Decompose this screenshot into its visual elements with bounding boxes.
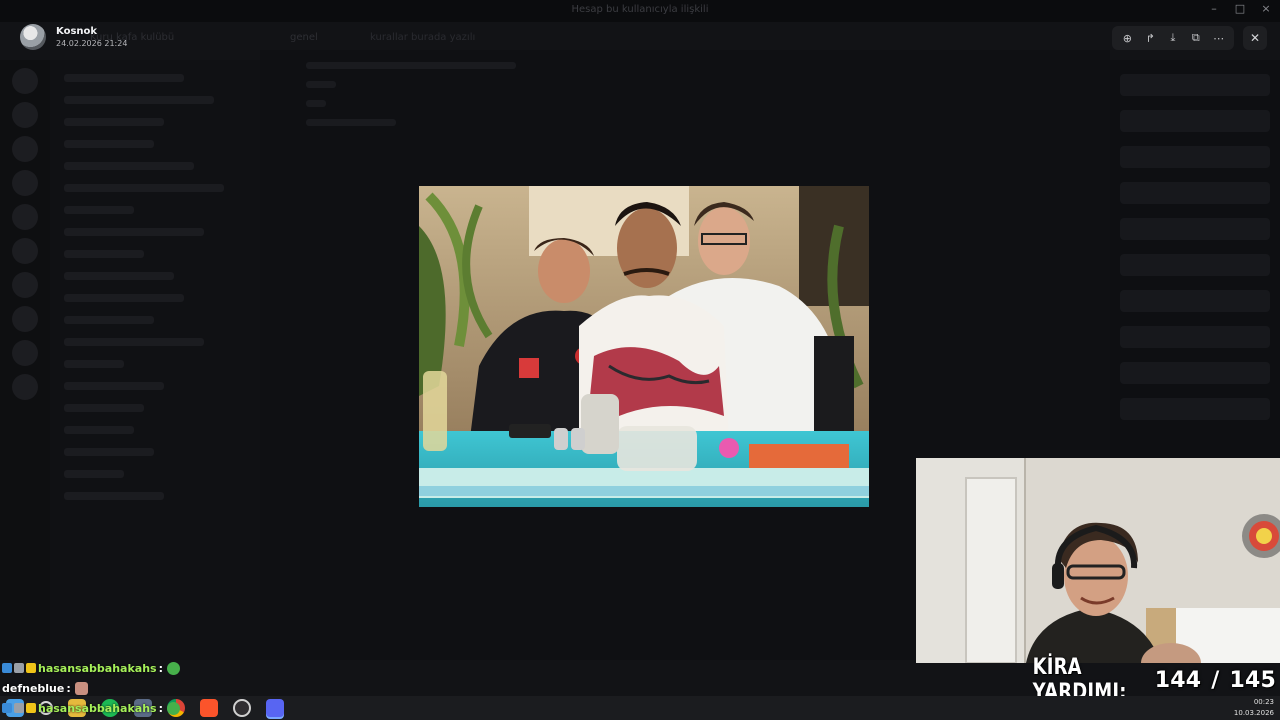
chat-message: defneblue : — [2, 678, 302, 698]
server-icon[interactable] — [12, 272, 38, 298]
brave-icon[interactable] — [200, 699, 218, 717]
download-icon[interactable]: ⤓ — [1164, 29, 1182, 47]
photo-illustration — [419, 186, 869, 507]
chat-username: hasansabbahakahs — [38, 661, 157, 675]
counter-current: 144 — [1154, 667, 1202, 693]
chat-separator: : — [158, 701, 163, 715]
chat-separator: : — [158, 661, 163, 675]
badge-icon — [14, 703, 24, 713]
counter-separator: / — [1211, 667, 1220, 693]
obs-icon[interactable] — [233, 699, 251, 717]
badge-icon — [26, 703, 36, 713]
taskbar: hasansabbahakahs : — [0, 696, 1280, 720]
more-icon[interactable]: ⋯ — [1210, 29, 1228, 47]
chat-separator: : — [66, 681, 71, 695]
open-external-icon[interactable]: ⧉ — [1187, 29, 1205, 47]
server-list — [0, 60, 50, 660]
server-icon[interactable] — [12, 306, 38, 332]
member-list — [1110, 60, 1280, 460]
window-close-button[interactable]: × — [1260, 2, 1272, 15]
uploader-info: Kosnok 24.02.2026 21:24 — [20, 24, 127, 50]
window-titlebar: Hesap bu kullanıcıyla ilişkili – □ × — [0, 0, 1280, 22]
close-icon: ✕ — [1249, 31, 1261, 45]
badge-icon — [14, 663, 24, 673]
chat-username: hasansabbahakahs — [38, 701, 157, 715]
close-viewer-button[interactable]: ✕ — [1243, 26, 1267, 50]
emote-icon — [166, 701, 180, 715]
viewed-image[interactable] — [419, 186, 869, 507]
maximize-button[interactable]: □ — [1234, 2, 1246, 15]
chat-username: defneblue — [2, 681, 65, 695]
server-icon[interactable] — [12, 374, 38, 400]
clock-date: 10.03.2026 — [1233, 709, 1274, 717]
minimize-button[interactable]: – — [1208, 2, 1220, 15]
window-title: Hesap bu kullanıcıyla ilişkili — [571, 4, 709, 15]
channel-topic: kurallar burada yazılı — [370, 32, 476, 43]
stream-chat: hasansabbahakahs : defneblue : — [2, 658, 302, 698]
channel-name: genel — [290, 32, 318, 43]
system-clock[interactable]: 00:23 10.03.2026 — [1234, 697, 1274, 719]
server-icon[interactable] — [12, 204, 38, 230]
clock-time: 00:23 — [1253, 698, 1274, 706]
badge-icon — [26, 663, 36, 673]
webcam-feed — [916, 458, 1280, 663]
server-icon[interactable] — [12, 340, 38, 366]
screen: Hesap bu kullanıcıyla ilişkili – □ × Kur… — [0, 0, 1280, 720]
badge-icon — [2, 703, 12, 713]
channel-list — [50, 60, 260, 660]
server-icon[interactable] — [12, 102, 38, 128]
server-icon[interactable] — [12, 238, 38, 264]
viewer-toolbar: ⊕ ↱ ⤓ ⧉ ⋯ — [1112, 26, 1234, 50]
channel-header: genel kurallar burada yazılı — [260, 28, 1110, 48]
emote-icon — [74, 681, 88, 695]
discord-icon[interactable] — [266, 699, 284, 717]
avatar[interactable] — [20, 24, 46, 50]
window-controls: – □ × — [1208, 2, 1272, 15]
counter-goal: 145 — [1229, 667, 1276, 693]
webcam-illustration — [916, 458, 1280, 663]
forward-icon[interactable]: ↱ — [1141, 29, 1159, 47]
rent-support-counter: KİRA YARDIMI: 144 / 145 — [1008, 655, 1280, 705]
chat-message: hasansabbahakahs : — [2, 698, 180, 718]
server-icon[interactable] — [12, 136, 38, 162]
zoom-icon[interactable]: ⊕ — [1118, 29, 1136, 47]
server-icon[interactable] — [12, 170, 38, 196]
badge-icon — [2, 663, 12, 673]
emote-icon — [166, 661, 180, 675]
upload-date: 24.02.2026 21:24 — [56, 39, 128, 48]
chat-message: hasansabbahakahs : — [2, 658, 302, 678]
server-icon[interactable] — [12, 68, 38, 94]
uploader-name[interactable]: Kosnok — [56, 26, 127, 37]
